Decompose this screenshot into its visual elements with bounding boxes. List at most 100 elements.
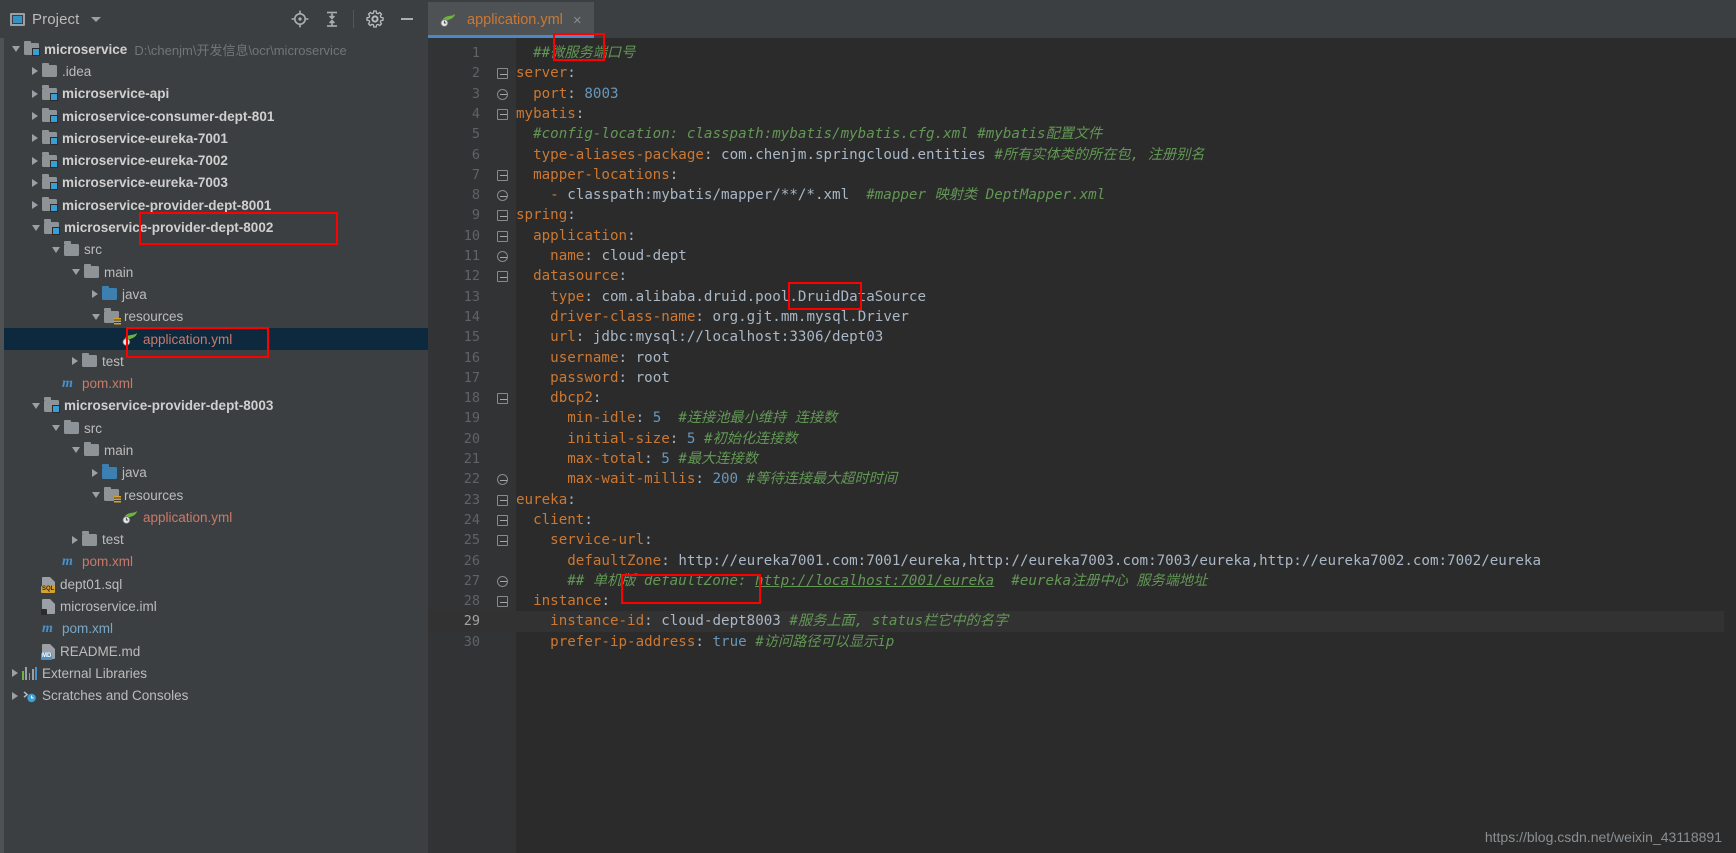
project-tree[interactable]: microservice D:\chenjm\开发信息\ocr\microserv… [4, 38, 428, 853]
tree-item-pom-xml[interactable]: m pom.xml [4, 551, 428, 573]
code-token: #eureka注册中心 服务端地址 [994, 572, 1208, 589]
chevron-down-icon[interactable] [12, 46, 20, 53]
chevron-right-icon[interactable] [92, 468, 98, 477]
chevron-right-icon[interactable] [32, 134, 38, 143]
chevron-right-icon[interactable] [72, 357, 78, 366]
folder-icon [42, 62, 57, 78]
code-line[interactable]: 23 eureka: [428, 490, 1736, 510]
chevron-down-icon[interactable] [52, 425, 60, 432]
tree-item-microservice-iml[interactable]: microservice.iml [4, 595, 428, 617]
tree-item-external-libraries[interactable]: External Libraries [4, 662, 428, 684]
tree-item-microservice-eureka-7003[interactable]: microservice-eureka-7003 [4, 172, 428, 194]
code-token: name [550, 248, 585, 264]
tree-item-microservice-consumer-dept-801[interactable]: microservice-consumer-dept-801 [4, 105, 428, 127]
tree-item-test[interactable]: test [4, 529, 428, 551]
code-line[interactable]: 14 driver-class-name: org.gjt.mm.mysql.D… [428, 307, 1736, 327]
line-number: 26 [463, 552, 480, 569]
code-line[interactable]: 20 initial-size: 5 #初始化连接数 [428, 429, 1736, 449]
code-line[interactable]: 8 - classpath:mybatis/mapper/**/*.xml #m… [428, 185, 1736, 205]
chevron-down-icon[interactable] [92, 313, 100, 320]
code-line[interactable]: 18 dbcp2: [428, 388, 1736, 408]
chevron-right-icon[interactable] [12, 669, 18, 678]
tree-item-idea[interactable]: .idea [4, 60, 428, 82]
close-icon[interactable]: × [573, 12, 582, 29]
tree-item-java[interactable]: java [4, 283, 428, 305]
code-line[interactable]: 21 max-total: 5 #最大连接数 [428, 449, 1736, 469]
chevron-right-icon[interactable] [12, 691, 18, 700]
code-line[interactable]: 26 defaultZone: http://eureka7001.com:70… [428, 551, 1736, 571]
code-line[interactable]: 6 type-aliases-package: com.chenjm.sprin… [428, 145, 1736, 165]
chevron-down-icon[interactable] [32, 224, 40, 231]
tree-item-main[interactable]: main [4, 439, 428, 461]
chevron-down-icon[interactable] [92, 492, 100, 499]
code-line[interactable]: 24 client: [428, 510, 1736, 530]
code-line[interactable]: 27 ## 单机版 defaultZone: http://localhost:… [428, 571, 1736, 591]
project-view-selector[interactable]: Project [10, 11, 102, 28]
code-line[interactable]: 28 instance: [428, 591, 1736, 611]
editor-scrollbar[interactable] [1724, 38, 1736, 853]
code-line[interactable]: 9 spring: [428, 205, 1736, 225]
tree-item-test[interactable]: test [4, 350, 428, 372]
tab-application-yml[interactable]: application.yml × [428, 2, 594, 38]
code-line[interactable]: 22 max-wait-millis: 200 #等待连接最大超时时间 [428, 469, 1736, 489]
code-line[interactable]: 7 mapper-locations: [428, 165, 1736, 185]
code-line[interactable]: 25 service-url: [428, 530, 1736, 550]
code-line[interactable]: 3 port: 8003 [428, 84, 1736, 104]
hide-panel-icon[interactable] [392, 4, 422, 34]
tree-item-application-yml[interactable]: application.yml [4, 506, 428, 528]
chevron-right-icon[interactable] [32, 112, 38, 121]
chevron-right-icon[interactable] [32, 156, 38, 165]
code-line[interactable]: 13 type: com.alibaba.druid.pool.DruidDat… [428, 287, 1736, 307]
code-line[interactable]: 1 ##微服务端口号 [428, 43, 1736, 63]
code-line[interactable]: 17 password: root [428, 368, 1736, 388]
tree-item-resources[interactable]: resources [4, 306, 428, 328]
tree-item-scratches-and-consoles[interactable]: Scratches and Consoles [4, 685, 428, 707]
chevron-down-icon[interactable] [72, 269, 80, 276]
tree-item-microservice-api[interactable]: microservice-api [4, 83, 428, 105]
chevron-down-icon[interactable] [32, 402, 40, 409]
code-line[interactable]: 10 application: [428, 226, 1736, 246]
gear-icon[interactable] [360, 4, 390, 34]
code-line[interactable]: 30 prefer-ip-address: true #访问路径可以显示ip [428, 632, 1736, 652]
chevron-down-icon[interactable] [52, 246, 60, 253]
chevron-right-icon[interactable] [32, 201, 38, 210]
code-line[interactable]: 12 datasource: [428, 266, 1736, 286]
code-line[interactable]: 11 name: cloud-dept [428, 246, 1736, 266]
code-token: #mapper 映射类 DeptMapper.xml [866, 187, 1106, 204]
code-line[interactable]: 19 min-idle: 5 #连接池最小维持 连接数 [428, 408, 1736, 428]
tree-item-microservice-provider-dept-8002[interactable]: microservice-provider-dept-8002 [4, 216, 428, 238]
chevron-right-icon[interactable] [32, 89, 38, 98]
chevron-right-icon[interactable] [32, 67, 38, 76]
tree-item-src[interactable]: src [4, 239, 428, 261]
code-line[interactable]: 5 #config-location: classpath:mybatis/my… [428, 124, 1736, 144]
chevron-right-icon[interactable] [92, 290, 98, 299]
code-line[interactable]: 29 instance-id: cloud-dept8003 #服务上面, st… [428, 611, 1736, 632]
tree-item-src[interactable]: src [4, 417, 428, 439]
tree-item-microservice-provider-dept-8003[interactable]: microservice-provider-dept-8003 [4, 395, 428, 417]
code-line[interactable]: 16 username: root [428, 348, 1736, 368]
tree-item-microservice-eureka-7001[interactable]: microservice-eureka-7001 [4, 127, 428, 149]
source-folder-icon [102, 464, 117, 479]
chevron-right-icon[interactable] [32, 178, 38, 187]
collapse-all-icon[interactable] [317, 4, 347, 34]
chevron-right-icon[interactable] [72, 535, 78, 544]
chevron-down-icon[interactable] [91, 16, 102, 22]
chevron-down-icon[interactable] [72, 447, 80, 454]
code-line[interactable]: 4 mybatis: [428, 104, 1736, 124]
tree-item-dept01-sql[interactable]: SQL dept01.sql [4, 573, 428, 595]
code-line[interactable]: 15 url: jdbc:mysql://localhost:3306/dept… [428, 327, 1736, 347]
tree-item-microservice-provider-dept-8001[interactable]: microservice-provider-dept-8001 [4, 194, 428, 216]
code-content[interactable]: 1 ##微服务端口号 2 server: 3 port: 8003 4 mybatis: 5… [428, 38, 1736, 853]
tree-item-microservice[interactable]: microservice D:\chenjm\开发信息\ocr\microserv… [4, 38, 428, 60]
tree-item-readme-md[interactable]: MD README.md [4, 640, 428, 662]
tree-item-main[interactable]: main [4, 261, 428, 283]
tree-item-resources[interactable]: resources [4, 484, 428, 506]
line-number: 9 [471, 207, 480, 224]
code-line[interactable]: 2 server: [428, 63, 1736, 83]
tree-item-pom-xml[interactable]: m pom.xml [4, 372, 428, 394]
tree-item-java[interactable]: java [4, 462, 428, 484]
tree-item-application-yml[interactable]: application.yml [4, 327, 428, 351]
locate-icon[interactable] [285, 4, 315, 34]
tree-item-microservice-eureka-7002[interactable]: microservice-eureka-7002 [4, 149, 428, 171]
tree-item-pom-xml[interactable]: m pom.xml [4, 618, 428, 640]
